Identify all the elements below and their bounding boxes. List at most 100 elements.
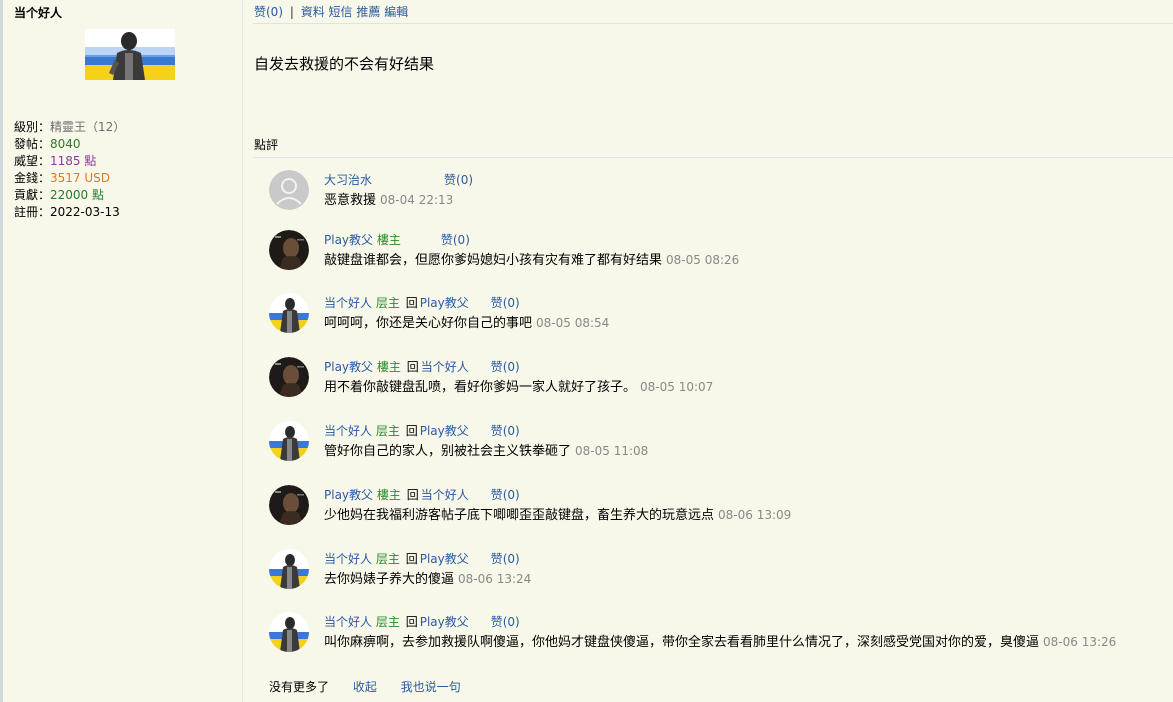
reply-word: 回 [406, 488, 419, 502]
comment-avatar[interactable] [269, 485, 309, 525]
stat-label: 級別： [14, 120, 51, 134]
comment-time: 08-05 10:07 [640, 380, 714, 394]
comment-header: Play教父 樓主 回当个好人 赞(0) [324, 358, 520, 375]
reply-word: 回 [405, 424, 418, 438]
comment-like-button[interactable]: 赞(0) [491, 552, 520, 566]
comment-time: 08-06 13:26 [1043, 635, 1117, 649]
comment-body: 用不着你敲键盘乱喷，看好你爹妈一家人就好了孩子。 08-05 10:07 [324, 376, 713, 395]
comment-user-link[interactable]: Play教父 [324, 233, 373, 247]
comment-time: 08-04 22:13 [380, 193, 454, 207]
comment-like-button[interactable]: 赞(0) [441, 233, 470, 247]
comment-text: 少他妈在我福利游客帖子底下唧唧歪歪敲键盘，畜生养大的玩意远点 [324, 508, 715, 523]
comment-avatar[interactable] [269, 549, 309, 589]
comment-avatar[interactable] [269, 170, 309, 210]
edit-link[interactable]: 編輯 [384, 5, 408, 19]
comment-avatar[interactable] [269, 293, 309, 333]
comment-like-button[interactable]: 赞(0) [491, 360, 520, 374]
comment-item: 当个好人 层主 回 Play教父 赞(0) 去你妈婊子养大的傻逼 08-06 13:24 [269, 549, 1173, 593]
post-toolbar: 赞(0) | 資料 短信 推薦 編輯 [254, 3, 408, 20]
stat-value: 22000 點 [50, 188, 105, 202]
collapse-link[interactable]: 收起 [353, 680, 377, 694]
comment-header: 当个好人 层主 回 Play教父 赞(0) [324, 294, 520, 311]
post-area: 赞(0) | 資料 短信 推薦 編輯 自发去救援的不会有好结果 點評 大习治水赞… [253, 0, 1173, 702]
reply-to-user-link[interactable]: 当个好人 [421, 488, 469, 502]
post-body: 自发去救援的不会有好结果 [254, 55, 435, 73]
comment-like-button[interactable]: 赞(0) [491, 424, 520, 438]
recommend-link[interactable]: 推薦 [356, 5, 380, 19]
comment-text: 去你妈婊子养大的傻逼 [324, 572, 455, 587]
reply-to-user-link[interactable]: Play教父 [420, 615, 469, 629]
comment-header: 大习治水 赞(0) [324, 171, 473, 188]
comment-avatar[interactable] [269, 612, 309, 652]
comment-body: 管好你自己的家人，别被社会主义铁拳砸了 08-05 11:08 [324, 440, 648, 459]
stat-label: 貢獻： [14, 188, 51, 202]
comment-user-link[interactable]: 当个好人 [324, 296, 372, 310]
reply-word: 回 [405, 615, 418, 629]
comment-role-badge: 樓主 [376, 488, 401, 502]
comment-avatar[interactable] [269, 357, 309, 397]
comment-body: 恶意救援 08-04 22:13 [324, 189, 453, 208]
comment-item: 当个好人 层主 回 Play教父 赞(0) 管好你自己的家人，别被社会主义铁拳砸了 08… [269, 421, 1173, 465]
stat-value: 精靈王（12） [50, 120, 126, 134]
comment-time: 08-05 11:08 [575, 444, 649, 458]
comment-time: 08-05 08:26 [666, 253, 740, 267]
comment-text: 叫你麻痹啊，去参加救援队啊傻逼，你他妈才键盘侠傻逼，带你全家去看看肺里什么情况了… [324, 635, 1040, 650]
comment-user-link[interactable]: 当个好人 [324, 552, 372, 566]
comment-item: Play教父 樓主 赞(0) 敲键盘谁都会，但愿你爹妈媳妇小孩有灾有难了都有好结果 0… [269, 230, 1173, 274]
divider [253, 23, 1173, 24]
comment-like-button[interactable]: 赞(0) [491, 296, 520, 310]
comment-body: 去你妈婊子养大的傻逼 08-06 13:24 [324, 568, 531, 587]
author-stats: 級別：精靈王（12） 發帖：8040 威望：1185 點金錢：3517 USD 貢獻：… [14, 119, 125, 221]
reply-word: 回 [405, 296, 418, 310]
comment-text: 用不着你敲键盘乱喷，看好你爹妈一家人就好了孩子。 [324, 380, 637, 395]
comment-user-link[interactable]: 大习治水 [324, 173, 372, 187]
stat-row: 金錢：3517 USD [14, 170, 125, 187]
comment-user-link[interactable]: 当个好人 [324, 424, 372, 438]
profile-link[interactable]: 資料 [301, 5, 325, 19]
stat-row: 發帖：8040 [14, 136, 125, 153]
comment-body: 叫你麻痹啊，去参加救援队啊傻逼，你他妈才键盘侠傻逼，带你全家去看看肺里什么情况了… [324, 631, 1116, 650]
reply-to-user-link[interactable]: Play教父 [420, 424, 469, 438]
comment-avatar[interactable] [269, 421, 309, 461]
author-name[interactable]: 当个好人 [14, 4, 62, 21]
comment-text: 敲键盘谁都会，但愿你爹妈媳妇小孩有灾有难了都有好结果 [324, 253, 663, 268]
no-more-text: 没有更多了 [269, 680, 330, 694]
stat-label: 發帖： [14, 137, 51, 151]
comment-avatar[interactable] [269, 230, 309, 270]
author-avatar[interactable] [85, 29, 175, 80]
comment-role-badge: 层主 [375, 296, 400, 310]
comment-like-button[interactable]: 赞(0) [444, 173, 473, 187]
author-sidebar: 当个好人 級別：精靈王（12） 發帖：8040 威望：1185 點金錢：3517 U… [0, 0, 243, 702]
reply-link[interactable]: 我也说一句 [401, 680, 461, 694]
comment-body: 呵呵呵，你还是关心好你自己的事吧 08-05 08:54 [324, 312, 609, 331]
reply-to-user-link[interactable]: Play教父 [420, 552, 469, 566]
comment-header: 当个好人 层主 回 Play教父 赞(0) [324, 550, 520, 567]
comment-user-link[interactable]: Play教父 [324, 488, 373, 502]
comment-item: 当个好人 层主 回 Play教父 赞(0) 呵呵呵，你还是关心好你自己的事吧 08-05… [269, 293, 1173, 337]
stat-label: 金錢： [14, 171, 51, 185]
comment-header: Play教父 樓主 赞(0) [324, 231, 470, 248]
reply-word: 回 [405, 552, 418, 566]
author-avatar-image [85, 29, 175, 80]
stat-value: 2022-03-13 [50, 205, 120, 219]
message-link[interactable]: 短信 [329, 5, 353, 19]
stat-label: 註冊： [14, 205, 51, 219]
comment-text: 管好你自己的家人，别被社会主义铁拳砸了 [324, 444, 572, 459]
comments-header: 點評 [254, 138, 279, 152]
toolbar-separator: | [289, 5, 294, 19]
comment-time: 08-06 13:09 [718, 508, 792, 522]
comment-like-button[interactable]: 赞(0) [491, 488, 520, 502]
comment-user-link[interactable]: Play教父 [324, 360, 373, 374]
comment-like-button[interactable]: 赞(0) [491, 615, 520, 629]
reply-to-user-link[interactable]: Play教父 [420, 296, 469, 310]
reply-word: 回 [406, 360, 419, 374]
divider [253, 157, 1173, 158]
like-button[interactable]: 赞(0) [254, 5, 283, 19]
comment-item: 大习治水 赞(0) 恶意救援 08-04 22:13 [269, 170, 1173, 214]
comment-role-badge: 层主 [375, 615, 400, 629]
stat-value: 1185 點 [50, 154, 97, 168]
comment-user-link[interactable]: 当个好人 [324, 615, 372, 629]
reply-to-user-link[interactable]: 当个好人 [421, 360, 469, 374]
comment-text: 呵呵呵，你还是关心好你自己的事吧 [324, 316, 533, 331]
stat-value: 3517 USD [50, 171, 111, 185]
